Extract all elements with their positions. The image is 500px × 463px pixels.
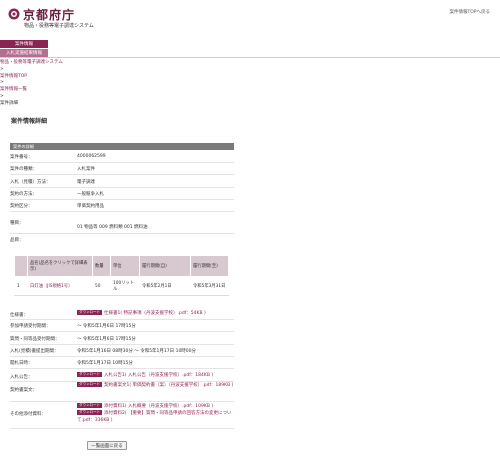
spec-download: ダウンロード 仕様書1( 特記事項（丹波支援学校）.pdf：54KB ) xyxy=(77,310,206,317)
contract-draft-label: 契約書案文： xyxy=(10,388,37,393)
breadcrumb-top-link[interactable]: 案件情報TOP xyxy=(0,74,27,79)
download-badge[interactable]: ダウンロード xyxy=(77,382,102,387)
breadcrumb-separator: > xyxy=(0,93,4,99)
cell-no: 1 xyxy=(14,276,28,296)
system-subtitle: 物品・役務等電子調達システム xyxy=(24,23,94,29)
download-badge[interactable]: ダウンロード xyxy=(77,372,102,377)
question-value: ～ 令和5年1月6日 17時15分 xyxy=(77,337,136,342)
row-divider xyxy=(10,331,234,332)
contract-method-value: 一般競争入札 xyxy=(77,192,104,197)
menu-bid-results[interactable]: 入札実施結果情報 xyxy=(0,49,48,57)
spec-file-link[interactable]: 仕様書1( 特記事項（丹波支援学校）.pdf：54KB ) xyxy=(104,311,206,316)
bid-method-label: 入札（見積）方法： xyxy=(10,180,51,185)
notice-label: 入札公告： xyxy=(10,375,33,380)
breadcrumb-list-link[interactable]: 案件情報一覧 xyxy=(0,87,27,92)
contract-file-link[interactable]: 契約書案文1( 単価契約書（案）（丹波支援学校）.pdf：189KB ) xyxy=(104,383,233,388)
table-row: 1 白灯油（JIS規格1号） 50 100リットル 令和5年2月1日 令和5年3… xyxy=(14,276,229,296)
spec-label: 仕様書： xyxy=(10,313,28,318)
notice-file-link[interactable]: 入札公告1( 入札公告（丹波支援学校）.pdf：184KB ) xyxy=(104,373,213,378)
contract-category-value: 単価契約用品 xyxy=(77,204,104,209)
opening-label: 開札日時： xyxy=(10,361,33,366)
kyoto-crest-icon xyxy=(8,8,20,20)
contract-category-label: 契約区分： xyxy=(10,204,33,209)
table-header-row: 品名(品名をクリックで詳細表示) 数量 単位 履行期間(自) 履行期間(至) xyxy=(14,255,229,277)
header-divider xyxy=(0,57,500,58)
row-divider xyxy=(10,368,234,369)
back-to-list-button[interactable]: 一覧画面に戻る xyxy=(87,441,127,450)
download-badge[interactable]: ダウンロード xyxy=(77,310,102,315)
breadcrumb: 物品・役務等電子調達システム > 案件情報TOP > 案件情報一覧 > 案件詳細 xyxy=(0,60,63,108)
cell-to: 令和5年3月31日 xyxy=(190,276,229,296)
opening-value: 令和5年1月17日 10時15分 xyxy=(77,361,133,366)
participation-value: ～ 令和5年1月6日 17時15分 xyxy=(77,324,136,329)
back-to-top-link[interactable]: 案件情報TOPへ戻る xyxy=(449,9,490,15)
cell-unit: 100リットル xyxy=(110,276,140,296)
row-divider xyxy=(10,187,234,188)
row-divider xyxy=(10,211,234,212)
bid-period-value: 令和5年1月16日 08時30分 ～ 令和5年1月17日 10時00分 xyxy=(77,349,197,354)
col-name: 品名(品名をクリックで詳細表示) xyxy=(27,255,93,277)
case-type-label: 案件の種類： xyxy=(10,167,37,172)
item-type-label: 種目： xyxy=(10,221,24,226)
other-download-1: ダウンロード 添付資料1( 入札概要（丹波支援学校）.pdf：109KB ) xyxy=(77,403,237,410)
logo-text: 京都府庁 xyxy=(23,7,76,22)
breadcrumb-current: 案件詳細 xyxy=(0,100,18,106)
page-title: 案件情報詳細 xyxy=(11,118,48,125)
row-divider xyxy=(10,344,234,345)
other-download-2: ダウンロード 添付資料2( 【重要】質問・同等品申請の回答方法の変更について.pd… xyxy=(77,410,237,424)
other-docs-label: その他添付資料： xyxy=(10,412,46,417)
col-period-from: 履行期間(自) xyxy=(139,255,191,277)
row-divider xyxy=(10,401,234,402)
menu-case-info[interactable]: 案件情報 xyxy=(0,40,48,48)
site-logo[interactable]: 京都府庁 xyxy=(8,7,76,22)
contract-download: ダウンロード 契約書案文1( 単価契約書（案）（丹波支援学校）.pdf：189KB… xyxy=(77,382,237,389)
row-divider xyxy=(10,199,234,200)
participation-label: 参加申請受付期間： xyxy=(10,324,51,329)
row-divider xyxy=(10,356,234,357)
notice-download: ダウンロード 入札公告1( 入札公告（丹波支援学校）.pdf：184KB ) xyxy=(77,372,213,379)
bid-period-label: 入札(見積)書提出期間： xyxy=(10,349,59,354)
case-number-label: 案件番号： xyxy=(10,155,33,160)
row-divider xyxy=(10,233,234,234)
breadcrumb-separator: > xyxy=(0,66,4,72)
row-divider xyxy=(10,319,234,320)
other-file-link-1[interactable]: 添付資料1( 入札概要（丹波支援学校）.pdf：109KB ) xyxy=(104,404,213,409)
cell-qty: 50 xyxy=(92,276,111,296)
breadcrumb-home-link[interactable]: 物品・役務等電子調達システム xyxy=(0,60,63,65)
download-badge[interactable]: ダウンロード xyxy=(77,410,102,415)
item-type-value: 01 物品等 009 燃料類 001 燃料油 xyxy=(77,225,148,230)
col-qty: 数量 xyxy=(92,255,111,277)
row-divider xyxy=(10,174,234,175)
contract-method-label: 契約の方法： xyxy=(10,192,37,197)
product-name-link[interactable]: 白灯油（JIS規格1号） xyxy=(30,284,72,289)
download-badge[interactable]: ダウンロード xyxy=(77,403,102,408)
col-period-to: 履行期間(至) xyxy=(190,255,229,277)
bid-method-value: 電子調達 xyxy=(77,180,95,185)
question-label: 質問・同等品受付期間： xyxy=(10,337,60,342)
case-type-value: 入札案件 xyxy=(77,167,95,172)
case-number-value: 4000062599 xyxy=(77,154,106,159)
row-divider xyxy=(10,162,234,163)
section-header: 案件の詳細 xyxy=(10,143,234,150)
row-divider xyxy=(10,428,234,429)
col-unit: 単位 xyxy=(110,255,140,277)
col-no xyxy=(14,255,28,277)
items-table: 品名(品名をクリックで詳細表示) 数量 単位 履行期間(自) 履行期間(至) 1… xyxy=(14,255,229,296)
products-label: 品目： xyxy=(10,238,24,243)
cell-from: 令和5年2月1日 xyxy=(139,276,191,296)
